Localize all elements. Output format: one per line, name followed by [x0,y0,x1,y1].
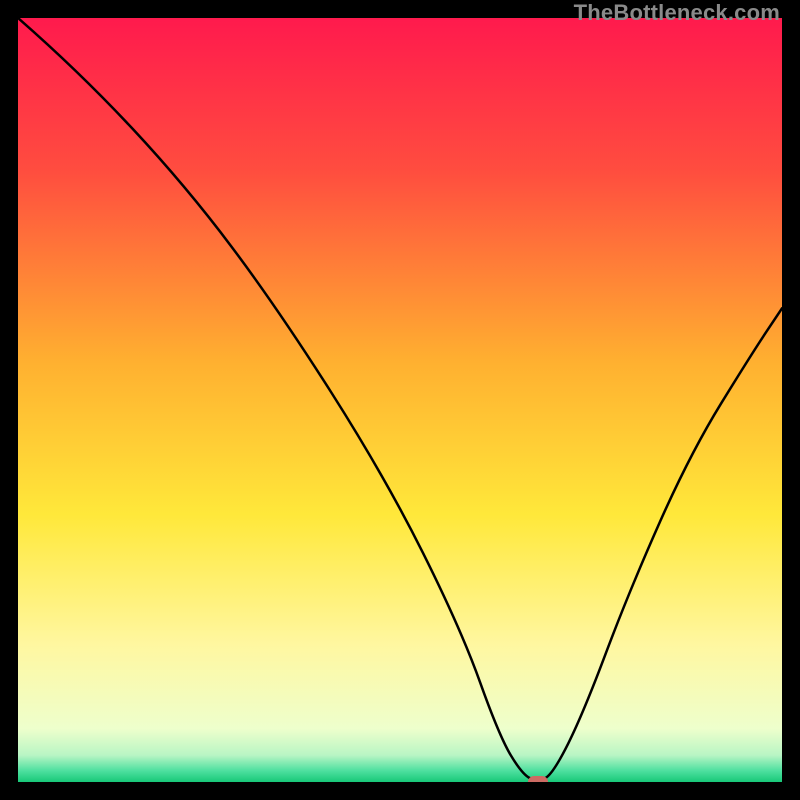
optimal-marker [528,776,548,782]
curve-path [18,18,782,780]
chart-frame: TheBottleneck.com [0,0,800,800]
watermark-text: TheBottleneck.com [574,0,780,26]
plot-area [18,18,782,782]
bottleneck-curve [18,18,782,782]
